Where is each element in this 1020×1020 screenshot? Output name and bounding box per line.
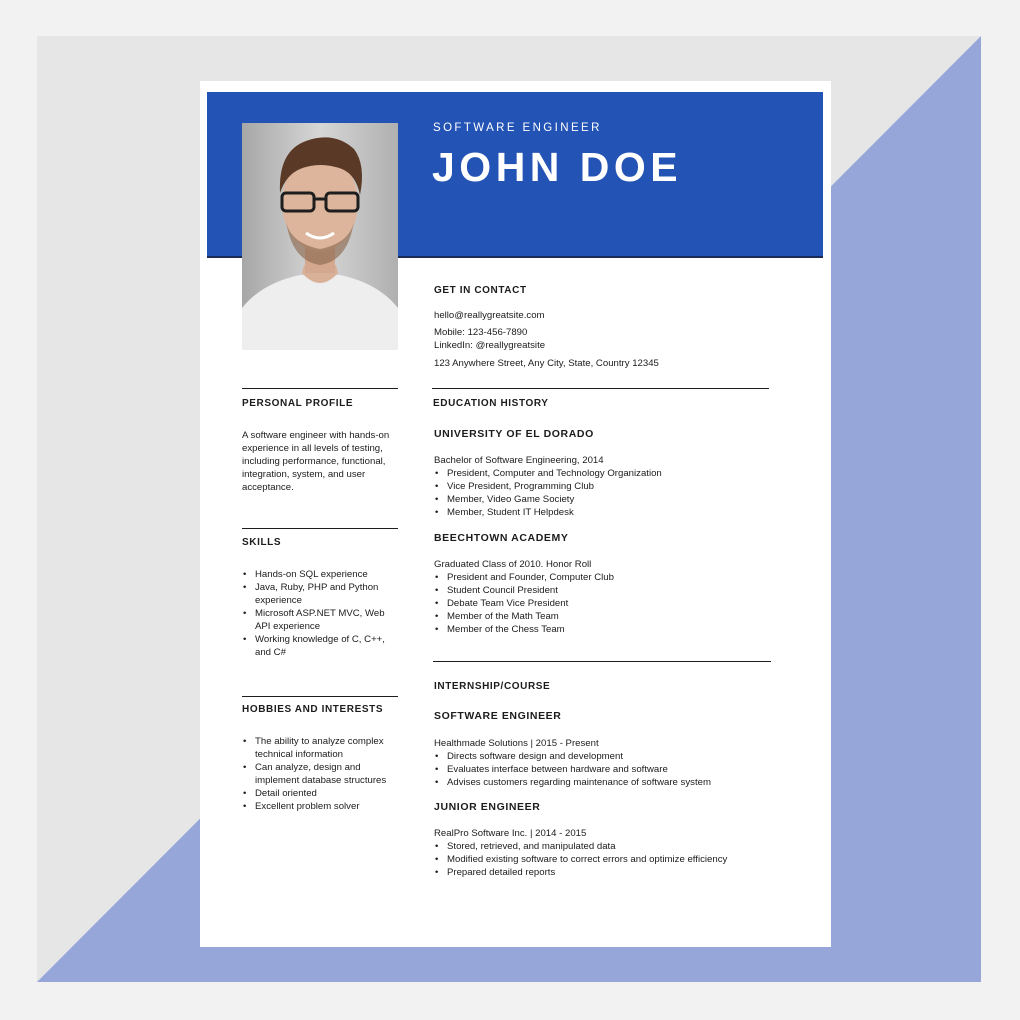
list-item: Prepared detailed reports bbox=[434, 866, 804, 879]
list-item: Vice President, Programming Club bbox=[434, 480, 764, 493]
school-name: UNIVERSITY OF EL DORADO bbox=[434, 428, 594, 440]
hobbies-title: HOBBIES AND INTERESTS bbox=[242, 704, 384, 715]
job-detail: RealPro Software Inc. | 2014 - 2015 bbox=[434, 828, 587, 839]
contact-linkedin: LinkedIn: @reallygreatsite bbox=[434, 340, 546, 351]
school-activities: President and Founder, Computer Club Stu… bbox=[434, 571, 764, 636]
hobbies-list: The ability to analyze complextechnical … bbox=[242, 735, 417, 813]
list-item: Member, Video Game Society bbox=[434, 493, 764, 506]
list-item: Modified existing software to correct er… bbox=[434, 853, 804, 866]
list-item: Advises customers regarding maintenance … bbox=[434, 776, 804, 789]
list-item: Can analyze, design andimplement databas… bbox=[242, 761, 417, 787]
contact-title: GET IN CONTACT bbox=[434, 285, 527, 296]
job-position: SOFTWARE ENGINEER bbox=[434, 710, 562, 722]
list-item: Detail oriented bbox=[242, 787, 417, 800]
education-divider bbox=[432, 388, 769, 389]
job-title: SOFTWARE ENGINEER bbox=[433, 122, 602, 134]
school-detail: Graduated Class of 2010. Honor Roll bbox=[434, 559, 592, 570]
list-item: Java, Ruby, PHP and Pythonexperience bbox=[242, 581, 417, 607]
job-detail: Healthmade Solutions | 2015 - Present bbox=[434, 738, 599, 749]
school-name: BEECHTOWN ACADEMY bbox=[434, 532, 569, 544]
hobbies-divider bbox=[242, 696, 398, 697]
job-duties: Directs software design and development … bbox=[434, 750, 804, 789]
list-item: Directs software design and development bbox=[434, 750, 804, 763]
list-item: Debate Team Vice President bbox=[434, 597, 764, 610]
profile-text: A software engineer with hands-on experi… bbox=[242, 430, 390, 493]
skills-list: Hands-on SQL experience Java, Ruby, PHP … bbox=[242, 568, 417, 659]
education-title: EDUCATION HISTORY bbox=[433, 398, 549, 409]
profile-divider bbox=[242, 388, 398, 389]
list-item: Microsoft ASP.NET MVC, WebAPI experience bbox=[242, 607, 417, 633]
school-activities: President, Computer and Technology Organ… bbox=[434, 467, 764, 519]
job-duties: Stored, retrieved, and manipulated data … bbox=[434, 840, 804, 879]
list-item: Working knowledge of C, C++,and C# bbox=[242, 633, 417, 659]
profile-photo bbox=[242, 123, 398, 350]
list-item: President, Computer and Technology Organ… bbox=[434, 467, 764, 480]
list-item: The ability to analyze complextechnical … bbox=[242, 735, 417, 761]
list-item: Stored, retrieved, and manipulated data bbox=[434, 840, 804, 853]
list-item: Hands-on SQL experience bbox=[242, 568, 417, 581]
profile-title: PERSONAL PROFILE bbox=[242, 398, 354, 409]
contact-address: 123 Anywhere Street, Any City, State, Co… bbox=[434, 358, 659, 369]
internship-divider bbox=[433, 661, 771, 662]
resume-page: SOFTWARE ENGINEER JOHN DOE GET IN CONTAC… bbox=[200, 81, 831, 947]
list-item: Member of the Math Team bbox=[434, 610, 764, 623]
skills-title: SKILLS bbox=[242, 537, 282, 548]
list-item: Evaluates interface between hardware and… bbox=[434, 763, 804, 776]
person-name: JOHN DOE bbox=[432, 144, 683, 190]
list-item: Excellent problem solver bbox=[242, 800, 417, 813]
list-item: Student Council President bbox=[434, 584, 764, 597]
job-position: JUNIOR ENGINEER bbox=[434, 801, 541, 813]
contact-email: hello@reallygreatsite.com bbox=[434, 310, 545, 321]
school-detail: Bachelor of Software Engineering, 2014 bbox=[434, 455, 604, 466]
contact-mobile: Mobile: 123-456-7890 bbox=[434, 327, 528, 338]
list-item: Member, Student IT Helpdesk bbox=[434, 506, 764, 519]
internship-title: INTERNSHIP/COURSE bbox=[434, 681, 551, 692]
skills-divider bbox=[242, 528, 398, 529]
list-item: President and Founder, Computer Club bbox=[434, 571, 764, 584]
list-item: Member of the Chess Team bbox=[434, 623, 764, 636]
